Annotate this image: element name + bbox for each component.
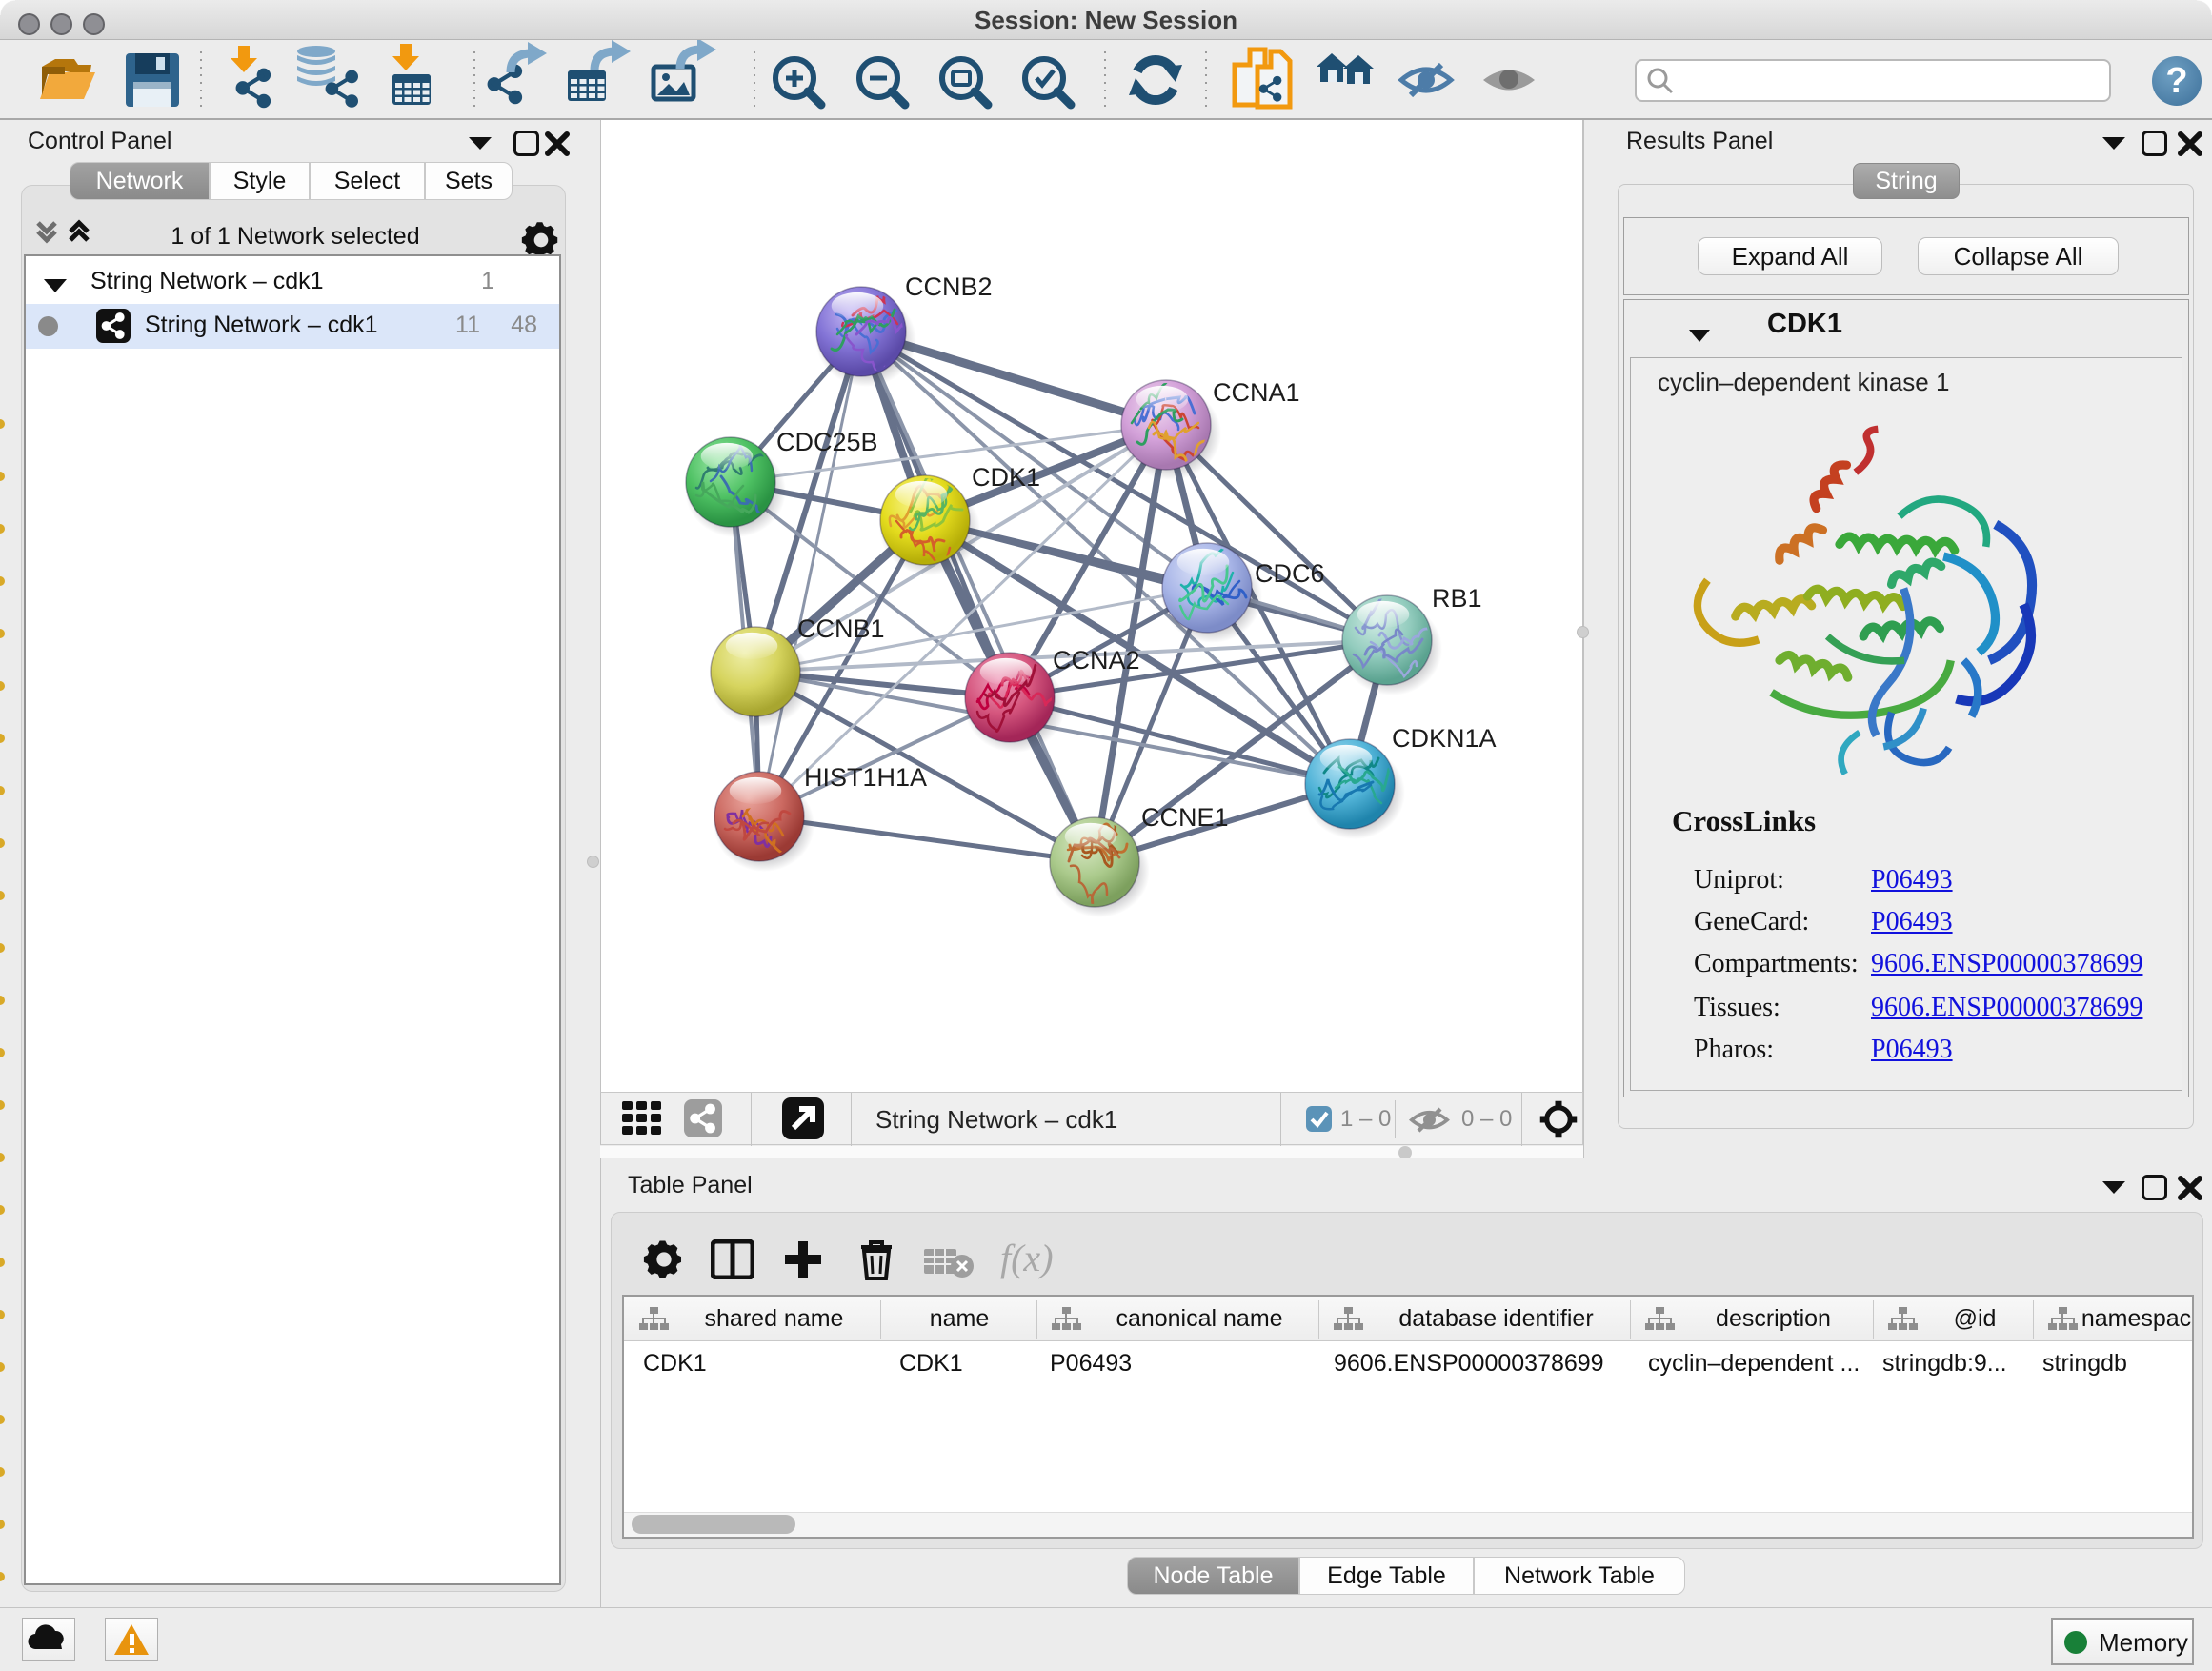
- svg-text:CDK1: CDK1: [972, 463, 1040, 492]
- svg-text:HIST1H1A: HIST1H1A: [804, 763, 927, 792]
- svg-text:CCNB2: CCNB2: [905, 272, 993, 301]
- svg-text:CCNA2: CCNA2: [1053, 646, 1140, 674]
- svg-text:CDC25B: CDC25B: [776, 428, 878, 456]
- svg-text:CCNE1: CCNE1: [1141, 803, 1229, 832]
- svg-text:CDC6: CDC6: [1255, 559, 1325, 588]
- svg-text:CDKN1A: CDKN1A: [1392, 724, 1497, 753]
- svg-text:CCNA1: CCNA1: [1213, 378, 1300, 407]
- svg-text:RB1: RB1: [1432, 584, 1482, 613]
- svg-text:CCNB1: CCNB1: [797, 614, 885, 643]
